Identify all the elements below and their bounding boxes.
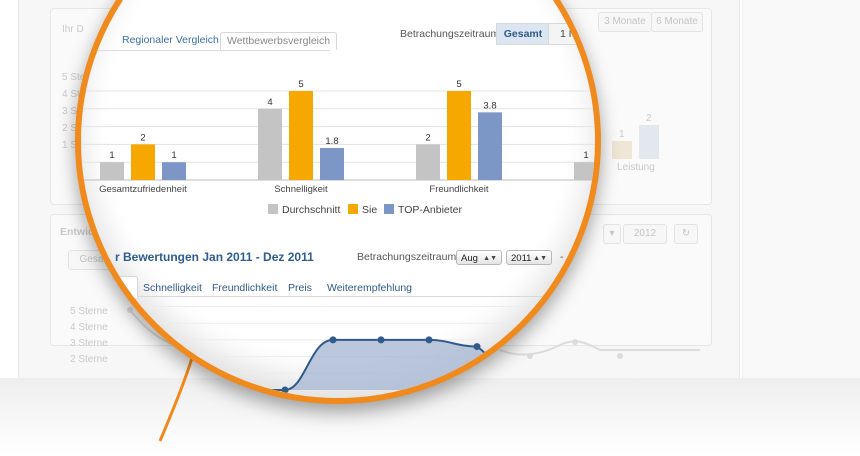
line-point (377, 336, 385, 344)
ratings-development-chart (90, 306, 595, 394)
line-point (281, 386, 289, 394)
line-point (425, 336, 433, 344)
line-point (329, 336, 337, 344)
line-point (473, 343, 481, 351)
magnified-content: itt Regionaler Vergleich Wettbewerbsverg… (81, 0, 595, 398)
magnifier-lens: itt Regionaler Vergleich Wettbewerbsverg… (75, 0, 601, 404)
